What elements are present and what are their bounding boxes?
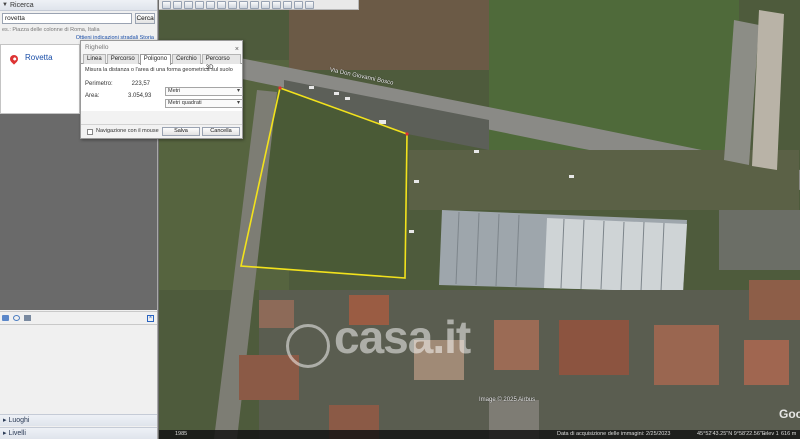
search-button[interactable]: Cerca bbox=[135, 13, 155, 24]
map-pin-icon bbox=[8, 53, 20, 65]
tour-icon[interactable] bbox=[217, 0, 226, 9]
sun-icon[interactable] bbox=[239, 0, 248, 9]
cancel-button[interactable]: Cancella bbox=[202, 127, 240, 136]
perimeter-value: 223,57 bbox=[131, 81, 150, 87]
ruler-description: Misura la distanza o l'area di una forma… bbox=[81, 64, 242, 78]
eye-altitude: 616 m bbox=[781, 431, 797, 437]
satellite-imagery bbox=[159, 0, 800, 439]
path-icon[interactable] bbox=[195, 0, 204, 9]
close-icon[interactable]: × bbox=[235, 43, 239, 56]
area-row: Area: 3.054,93 Metri quadrati bbox=[85, 93, 243, 108]
app-window: ▼ Ricerca rovetta Cerca es.: Piazza dell… bbox=[0, 0, 800, 439]
dialog-title: Righello bbox=[85, 44, 109, 51]
polygon-icon[interactable] bbox=[184, 0, 193, 9]
results-toolbar: × bbox=[0, 311, 157, 325]
perimeter-row: Perimetro: 223,57 Metri bbox=[85, 81, 243, 96]
search-section-title: Ricerca bbox=[9, 1, 34, 9]
dialog-titlebar[interactable]: Righello × bbox=[81, 41, 242, 54]
mouse-navigation-checkbox[interactable] bbox=[87, 129, 93, 135]
save-image-icon[interactable] bbox=[294, 0, 303, 9]
tab-poligono[interactable]: Poligono bbox=[139, 54, 172, 65]
search-section-header[interactable]: ▼ Ricerca bbox=[0, 0, 157, 11]
map-view[interactable]: casa.it Via Don Giovanni Bosco Image © 2… bbox=[159, 0, 800, 439]
close-results-icon[interactable]: × bbox=[147, 315, 154, 322]
ruler-body: Perimetro: 223,57 Metri Area: 3.054,93 M… bbox=[81, 78, 243, 111]
print-icon[interactable] bbox=[24, 315, 31, 321]
search-row: rovetta Cerca bbox=[0, 11, 157, 26]
map-toolbar bbox=[159, 0, 359, 10]
area-value: 3.054,93 bbox=[128, 93, 152, 99]
places-section-header[interactable]: ▸ Luoghi bbox=[0, 414, 157, 426]
panel-spacer bbox=[0, 326, 157, 414]
result-title[interactable]: Rovetta bbox=[25, 53, 53, 62]
area-label: Area: bbox=[85, 93, 100, 99]
mouse-navigation-label: Navigazione con il mouse bbox=[96, 128, 159, 134]
planet-icon[interactable] bbox=[250, 0, 259, 9]
imagery-date: Data di acquisizione delle immagini: 2/2… bbox=[557, 431, 671, 437]
copyright-text: Image © 2025 Airbus bbox=[479, 397, 536, 403]
google-logo: Google bbox=[779, 407, 800, 421]
save-button[interactable]: Salva bbox=[162, 127, 200, 136]
watermark-house-icon bbox=[286, 324, 330, 368]
overlay-icon[interactable] bbox=[206, 0, 215, 9]
ruler-icon[interactable] bbox=[261, 0, 270, 9]
ruler-tabs: Linea Percorso Poligono Cerchio Percorso… bbox=[81, 54, 242, 71]
tab-percorso[interactable]: Percorso bbox=[106, 54, 139, 64]
sidebar-toggle-icon[interactable] bbox=[162, 0, 171, 9]
status-bar: 1985 Data di acquisizione delle immagini… bbox=[159, 430, 800, 439]
historical-year[interactable]: 1985 bbox=[175, 430, 187, 439]
tab-cerchio[interactable]: Cerchio bbox=[172, 54, 201, 64]
elevation: elev 1 bbox=[764, 431, 779, 437]
search-result-item[interactable]: Rovetta bbox=[0, 44, 80, 114]
layers-section-header[interactable]: ▸ Livelli bbox=[0, 427, 157, 439]
area-unit-select[interactable]: Metri quadrati bbox=[165, 99, 243, 108]
placemark-icon[interactable] bbox=[173, 0, 182, 9]
folder-icon[interactable] bbox=[2, 315, 9, 321]
email-icon[interactable] bbox=[272, 0, 281, 9]
dialog-footer: Navigazione con il mouse Salva Cancella bbox=[81, 124, 242, 138]
search-input[interactable]: rovetta bbox=[2, 13, 133, 24]
places-label: Luoghi bbox=[8, 417, 30, 424]
perimeter-unit-select[interactable]: Metri bbox=[165, 87, 243, 96]
coordinates: 45°52'43.25"N 9°58'22.56"E bbox=[697, 431, 766, 437]
history-icon[interactable] bbox=[228, 0, 237, 9]
collapse-triangle-icon[interactable]: ▼ bbox=[2, 0, 8, 11]
watermark-text: casa.it bbox=[334, 311, 471, 363]
search-hint: es.: Piazza delle colonne di Roma, Itali… bbox=[2, 27, 100, 33]
print-icon[interactable] bbox=[283, 0, 292, 9]
tab-linea[interactable]: Linea bbox=[83, 54, 106, 64]
refresh-icon[interactable] bbox=[13, 315, 20, 321]
perimeter-label: Perimetro: bbox=[85, 81, 113, 87]
layers-label: Livelli bbox=[8, 430, 26, 437]
maps-icon[interactable] bbox=[305, 0, 314, 9]
ruler-dialog: Righello × Linea Percorso Poligono Cerch… bbox=[80, 40, 243, 139]
